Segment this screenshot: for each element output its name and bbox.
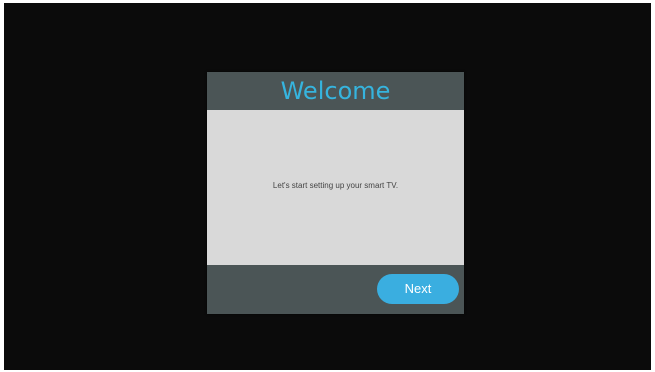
dialog-header: Welcome <box>207 72 464 110</box>
dialog-title: Welcome <box>280 77 391 105</box>
dialog-body: Let's start setting up your smart TV. <box>207 110 464 265</box>
next-button[interactable]: Next <box>377 274 459 304</box>
welcome-dialog: Welcome Let's start setting up your smar… <box>207 72 464 314</box>
dialog-footer: Next <box>207 265 464 314</box>
tv-screen: Welcome Let's start setting up your smar… <box>4 3 651 370</box>
dialog-message: Let's start setting up your smart TV. <box>272 181 399 190</box>
